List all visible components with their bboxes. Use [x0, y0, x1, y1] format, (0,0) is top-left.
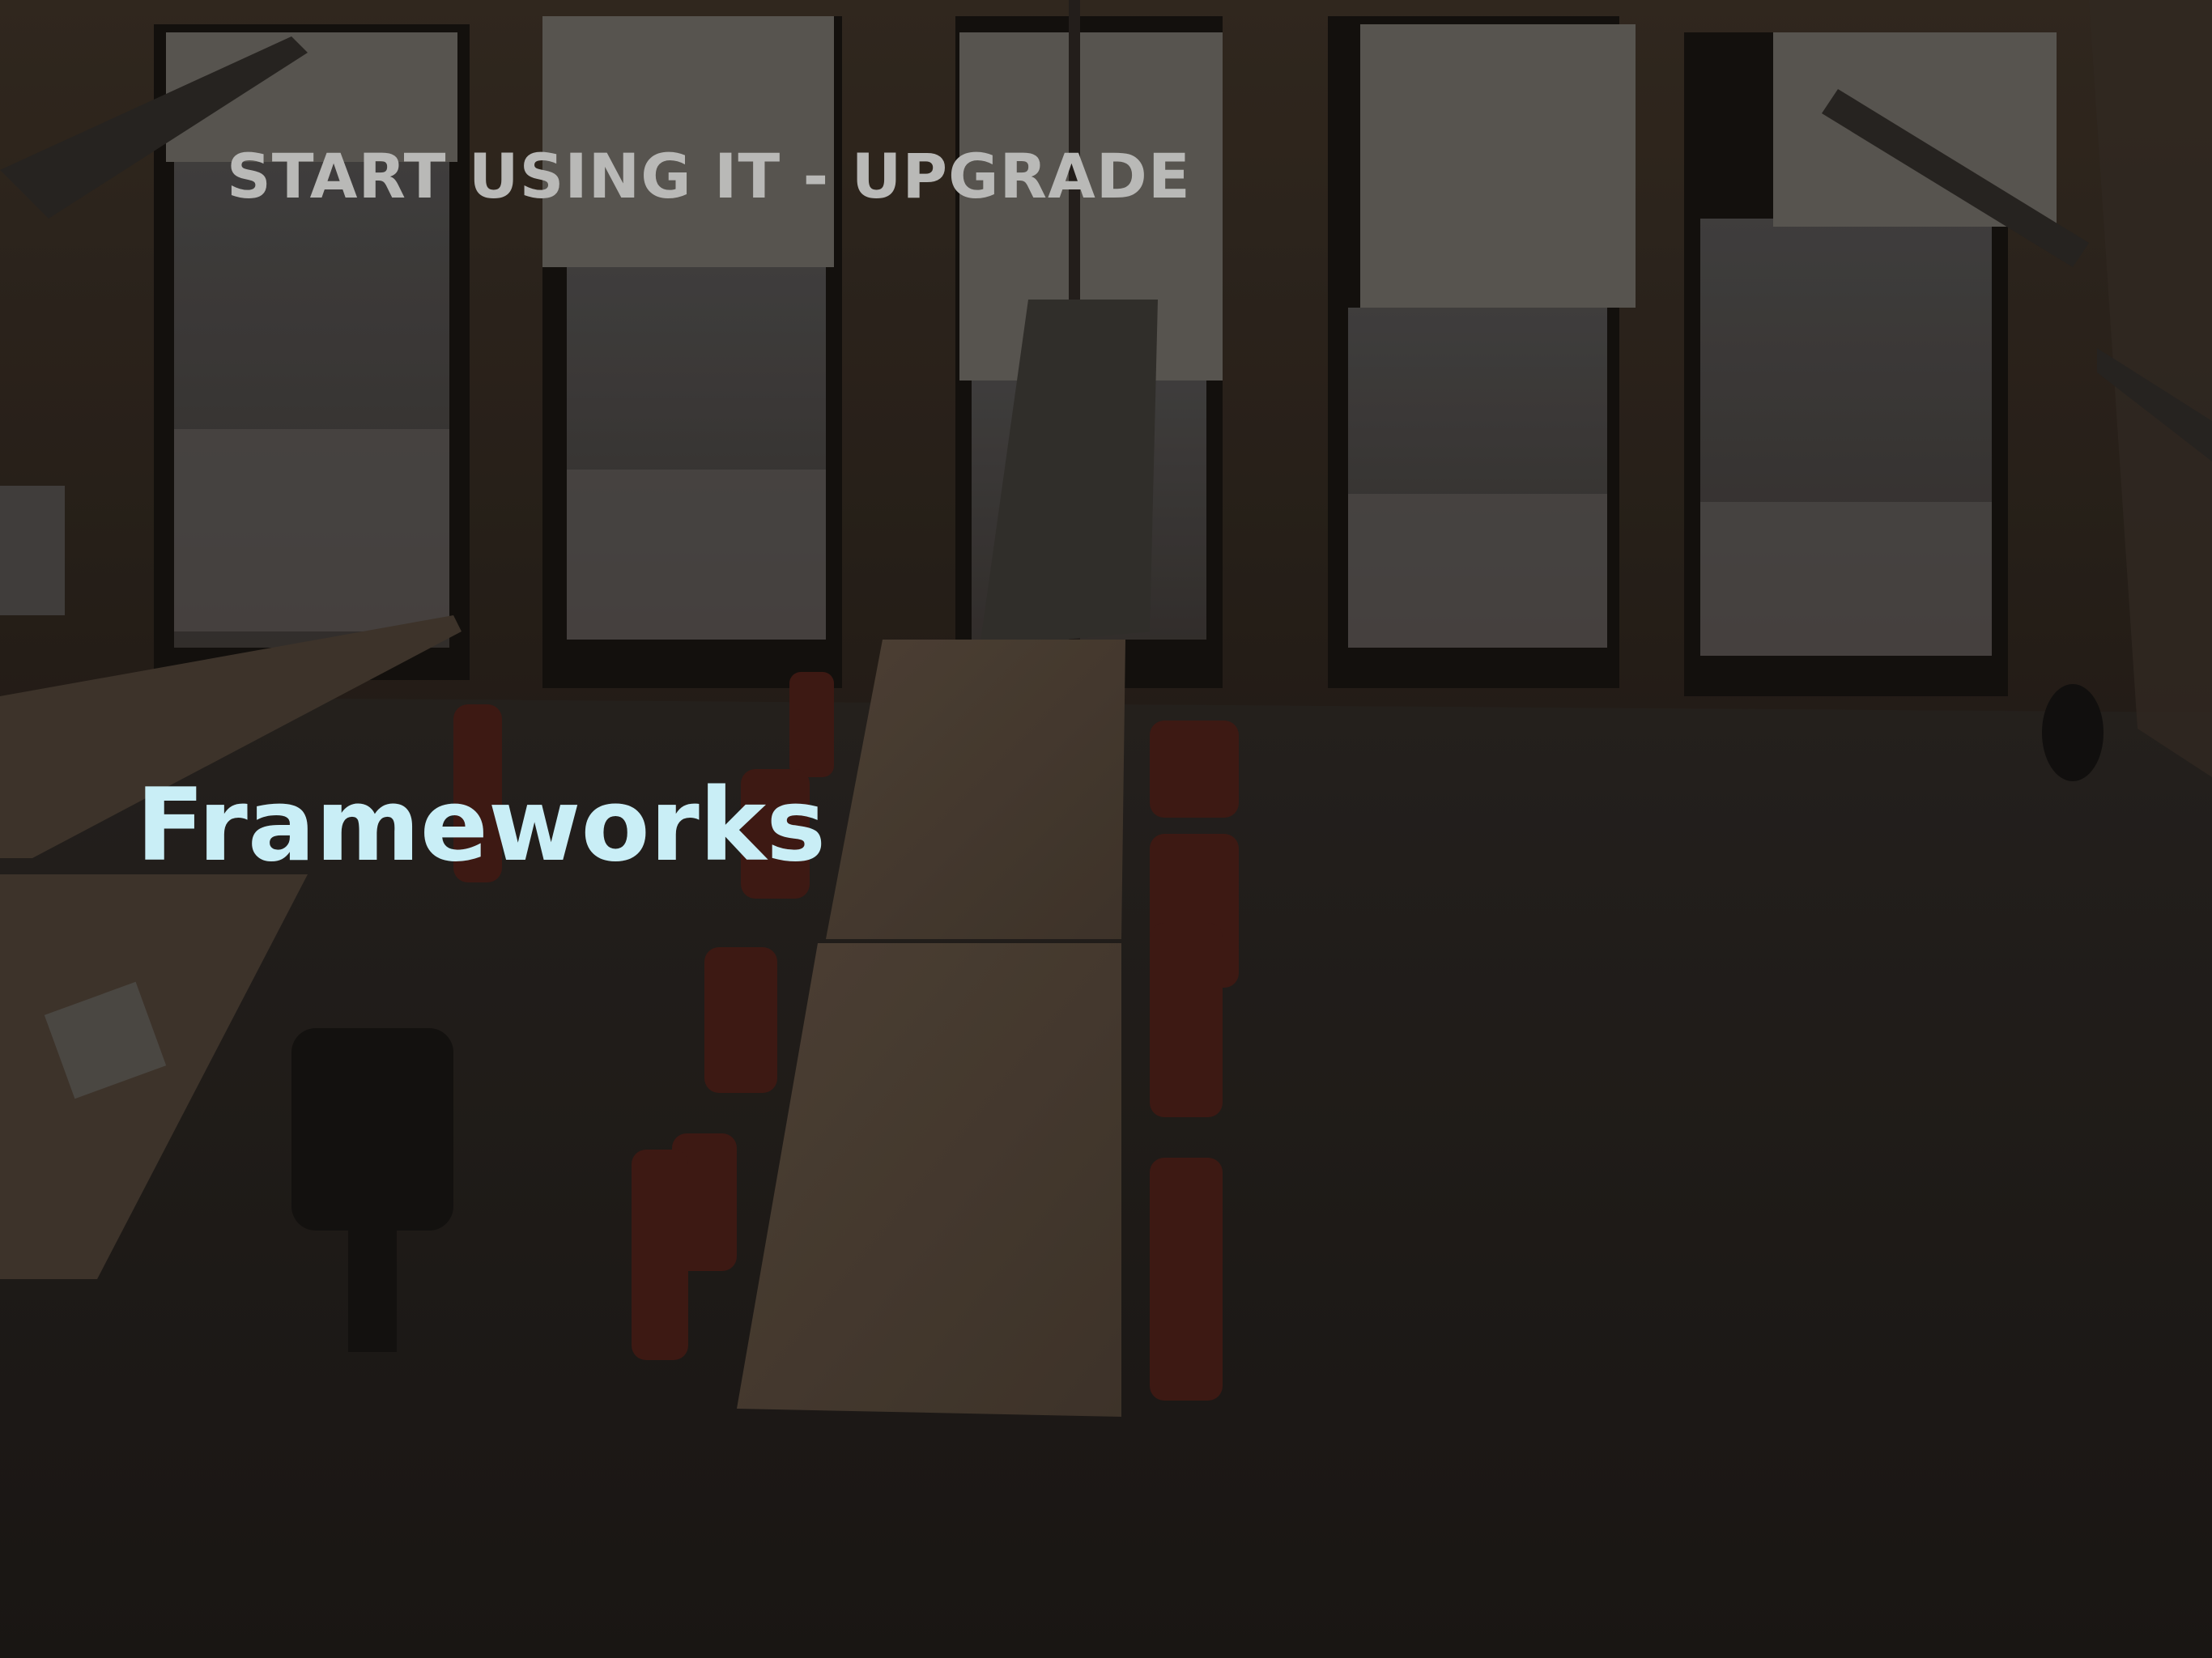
slide-title: Frameworks: [136, 767, 827, 884]
slide: START USING IT - UPGRADE Frameworks: [0, 0, 2212, 1658]
slide-kicker: START USING IT - UPGRADE: [227, 140, 1191, 212]
